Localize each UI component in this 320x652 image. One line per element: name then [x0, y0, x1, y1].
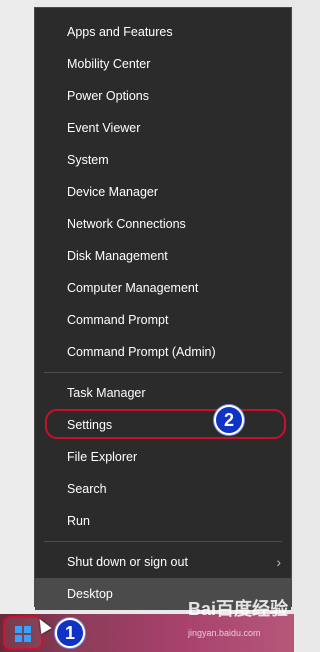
- menu-item-shut-down-or-sign-out[interactable]: Shut down or sign out ›: [35, 546, 291, 578]
- menu-item-label: Shut down or sign out: [67, 555, 188, 569]
- menu-item-device-manager[interactable]: Device Manager: [35, 176, 291, 208]
- step-2-badge: 2: [214, 405, 244, 435]
- watermark: Bai百度经验 jingyan.baidu.com: [188, 600, 288, 646]
- watermark-brand: Bai百度经验: [188, 599, 289, 619]
- menu-item-command-prompt-admin[interactable]: Command Prompt (Admin): [35, 336, 291, 368]
- windows-logo-icon: [15, 626, 31, 642]
- desktop-background-right: [292, 0, 294, 614]
- menu-item-network-connections[interactable]: Network Connections: [35, 208, 291, 240]
- menu-item-task-manager[interactable]: Task Manager: [35, 377, 291, 409]
- desktop-background: [0, 0, 34, 614]
- menu-separator: [44, 372, 282, 373]
- menu-item-computer-management[interactable]: Computer Management: [35, 272, 291, 304]
- menu-item-event-viewer[interactable]: Event Viewer: [35, 112, 291, 144]
- step-1-badge: 1: [55, 618, 85, 648]
- menu-item-command-prompt[interactable]: Command Prompt: [35, 304, 291, 336]
- menu-separator: [44, 541, 282, 542]
- winx-menu: Apps and Features Mobility Center Power …: [34, 7, 292, 610]
- menu-item-file-explorer[interactable]: File Explorer: [35, 441, 291, 473]
- menu-item-disk-management[interactable]: Disk Management: [35, 240, 291, 272]
- menu-item-system[interactable]: System: [35, 144, 291, 176]
- menu-item-power-options[interactable]: Power Options: [35, 80, 291, 112]
- menu-item-mobility-center[interactable]: Mobility Center: [35, 48, 291, 80]
- menu-item-apps-and-features[interactable]: Apps and Features: [35, 16, 291, 48]
- settings-highlight-ring: [45, 409, 286, 439]
- watermark-url: jingyan.baidu.com: [188, 628, 261, 638]
- menu-item-search[interactable]: Search: [35, 473, 291, 505]
- chevron-right-icon: ›: [276, 554, 281, 570]
- menu-item-run[interactable]: Run: [35, 505, 291, 537]
